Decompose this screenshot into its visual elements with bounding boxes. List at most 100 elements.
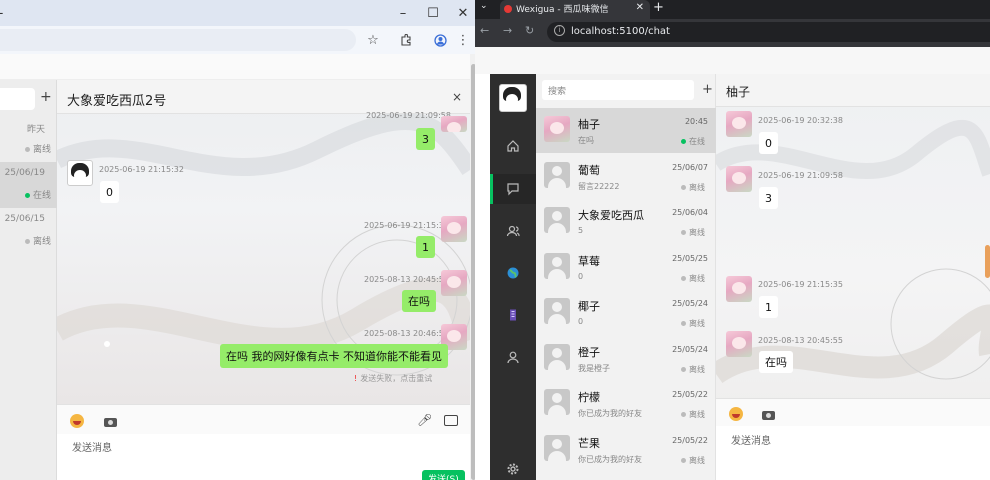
contact-item[interactable]: 大象爱吃西瓜 5 25/06/04 离线 bbox=[536, 199, 716, 244]
send-button[interactable]: 发送(S) bbox=[422, 470, 465, 480]
message-input-placeholder: 发送消息 bbox=[72, 443, 112, 454]
search-input[interactable] bbox=[0, 88, 35, 110]
message-input[interactable]: 发送消息 bbox=[716, 426, 990, 480]
contact-item[interactable]: 橙子 我是橙子 25/05/24 离线 bbox=[536, 336, 716, 381]
avatar bbox=[544, 298, 570, 324]
message-time: 2025-06-19 21:09:58 bbox=[366, 111, 451, 120]
contact-date: 20:45 bbox=[684, 117, 708, 126]
contact-last-message: 5 bbox=[578, 226, 584, 235]
avatar bbox=[726, 331, 752, 357]
message-input[interactable]: 发送消息 发送(S) bbox=[57, 434, 470, 480]
avatar bbox=[726, 276, 752, 302]
avatar bbox=[544, 389, 570, 415]
message-bubble: 3 bbox=[416, 128, 435, 150]
reload-icon[interactable]: ↻ bbox=[525, 24, 534, 37]
contact-last-message: 0 bbox=[578, 317, 584, 326]
avatar bbox=[726, 166, 752, 192]
minimize-button[interactable]: – bbox=[388, 0, 418, 26]
message-time: 2025-06-19 20:32:38 bbox=[758, 116, 843, 125]
contact-date: 25/06/04 bbox=[672, 208, 708, 217]
scrollbar-thumb[interactable] bbox=[985, 245, 990, 278]
add-icon[interactable]: + bbox=[40, 89, 52, 105]
contact-item[interactable]: 芒果 你已成为我的好友 25/05/22 离线 bbox=[536, 427, 716, 472]
new-tab-icon[interactable]: + bbox=[653, 0, 664, 15]
menu-kebab-icon[interactable]: ⋮ bbox=[454, 31, 472, 49]
camera-icon[interactable] bbox=[762, 411, 775, 420]
user-avatar[interactable] bbox=[499, 84, 527, 112]
profile-icon[interactable] bbox=[431, 31, 449, 49]
profile-icon[interactable] bbox=[490, 342, 536, 372]
chat-icon[interactable] bbox=[490, 174, 536, 204]
contact-item[interactable]: 柠檬 你已成为我的好友 25/05/22 离线 bbox=[536, 381, 716, 426]
contact-date: 25/05/24 bbox=[672, 299, 708, 308]
emoji-icon[interactable] bbox=[70, 414, 84, 428]
send-failed-retry[interactable]: ! 发送失败，点击重试 bbox=[354, 373, 432, 384]
error-icon: ! bbox=[354, 374, 358, 383]
list-item-date: 昨天 bbox=[26, 125, 45, 135]
contacts-icon[interactable] bbox=[490, 216, 536, 246]
camera-icon[interactable] bbox=[104, 418, 117, 427]
message-bubble: 在吗 bbox=[402, 290, 436, 312]
list-item[interactable]: 25/06/19 在线 bbox=[0, 162, 57, 208]
avatar bbox=[544, 344, 570, 370]
message-time: 2025-06-19 21:15:35 bbox=[758, 280, 843, 289]
active-tab[interactable]: Wexigua - 西瓜味微信 ✕ bbox=[500, 0, 650, 19]
contact-status: 离线 bbox=[681, 455, 705, 466]
contact-date: 25/05/22 bbox=[672, 436, 708, 445]
settings-gear-icon[interactable] bbox=[490, 454, 536, 480]
contact-last-message: 留言22222 bbox=[578, 182, 620, 191]
contact-item[interactable]: 柚子 在吗 20:45 在线 bbox=[536, 108, 716, 153]
contact-last-message: 你已成为我的好友 bbox=[578, 455, 642, 464]
globe-icon[interactable] bbox=[490, 258, 536, 288]
favicon-icon bbox=[504, 5, 512, 13]
forward-icon[interactable]: → bbox=[503, 24, 512, 37]
list-item[interactable]: 25/06/15 离线 bbox=[0, 208, 57, 254]
contact-item[interactable]: 草莓 0 25/05/25 离线 bbox=[536, 245, 716, 290]
maximize-button[interactable]: ☐ bbox=[418, 0, 448, 26]
contact-last-message: 我是橙子 bbox=[578, 364, 610, 373]
avatar bbox=[441, 216, 467, 242]
list-item-status: 离线 bbox=[24, 234, 51, 247]
avatar bbox=[544, 116, 570, 142]
emoji-icon[interactable] bbox=[729, 407, 743, 421]
back-icon[interactable]: ← bbox=[480, 24, 489, 37]
list-item[interactable]: 昨天 离线 bbox=[0, 116, 57, 162]
site-info-icon[interactable]: i bbox=[554, 25, 565, 36]
address-bar[interactable] bbox=[0, 29, 356, 51]
tab-title: Wexigua - 西瓜味微信 bbox=[516, 5, 609, 15]
close-button[interactable]: ✕ bbox=[448, 0, 478, 26]
close-tab-icon[interactable]: ✕ bbox=[636, 2, 644, 13]
contact-name: 芒果 bbox=[578, 437, 600, 450]
star-icon[interactable]: ☆ bbox=[364, 31, 382, 49]
contact-name: 柠檬 bbox=[578, 391, 600, 404]
right-browser-window: ⌄ + Wexigua - 西瓜味微信 ✕ ← → ↻ i localhost:… bbox=[475, 0, 990, 480]
address-bar[interactable]: i localhost:5100/chat bbox=[547, 22, 990, 42]
extensions-icon[interactable] bbox=[397, 31, 415, 49]
contact-date: 25/05/24 bbox=[672, 345, 708, 354]
search-input[interactable]: 搜索 bbox=[542, 80, 694, 100]
chat-header: 柚子 bbox=[716, 74, 990, 107]
message-bubble: 1 bbox=[759, 296, 778, 318]
building-icon[interactable] bbox=[490, 300, 536, 330]
tab-search-icon[interactable]: ⌄ bbox=[480, 1, 488, 11]
contact-status: 离线 bbox=[681, 318, 705, 329]
chat-title: 柚子 bbox=[726, 85, 751, 99]
contact-item[interactable]: 椰子 0 25/05/24 离线 bbox=[536, 290, 716, 335]
contact-name: 大象爱吃西瓜 bbox=[578, 209, 644, 222]
close-chat-icon[interactable]: × bbox=[452, 90, 462, 104]
microphone-icon[interactable]: 🎤︎ bbox=[417, 413, 432, 427]
contact-last-message: 0 bbox=[578, 272, 584, 281]
contact-item[interactable]: 葡萄 留言22222 25/06/07 离线 bbox=[536, 154, 716, 199]
contact-list: + 昨天 离线 25/06/19 在线 25/06/15 离线 bbox=[0, 80, 57, 480]
add-icon[interactable]: + bbox=[702, 82, 713, 97]
message-time: 2025-08-13 20:45:55 bbox=[758, 336, 843, 345]
contact-date: 25/06/07 bbox=[672, 163, 708, 172]
contact-last-message: 在吗 bbox=[578, 136, 594, 145]
home-icon[interactable] bbox=[490, 131, 536, 161]
video-icon[interactable] bbox=[444, 415, 458, 426]
input-toolbar bbox=[716, 398, 990, 426]
message-time: 2025-08-13 20:46:51 bbox=[364, 329, 449, 338]
contact-status: 离线 bbox=[681, 409, 705, 420]
avatar bbox=[67, 160, 93, 186]
app-sidebar bbox=[490, 74, 536, 480]
